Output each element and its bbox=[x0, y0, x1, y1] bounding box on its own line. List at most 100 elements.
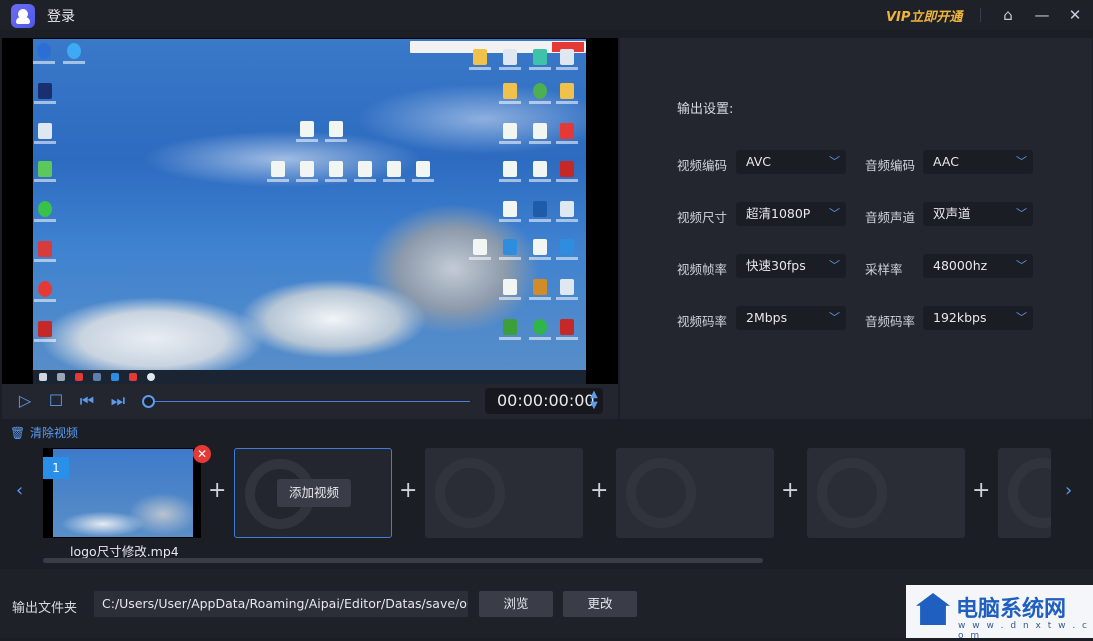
preview-frame-image bbox=[33, 39, 586, 384]
home-icon[interactable]: ⌂ bbox=[998, 5, 1018, 25]
seek-handle[interactable] bbox=[142, 395, 155, 408]
next-frame-icon[interactable]: ⏭ bbox=[109, 392, 127, 410]
desktop-icon bbox=[383, 161, 405, 182]
desktop-icon bbox=[296, 121, 318, 142]
desktop-icon bbox=[499, 239, 521, 260]
desktop-icon bbox=[499, 123, 521, 144]
desktop-icon bbox=[556, 49, 578, 70]
output-settings-title: 输出设置: bbox=[677, 102, 734, 117]
change-button[interactable]: 更改 bbox=[563, 591, 637, 617]
output-path-field[interactable]: C:/Users/User/AppData/Roaming/Aipai/Edit… bbox=[94, 591, 468, 617]
horizontal-scrollbar[interactable] bbox=[43, 558, 763, 563]
desktop-icon bbox=[33, 43, 55, 64]
desktop-icon bbox=[529, 319, 551, 340]
desktop-icon bbox=[34, 201, 56, 222]
scroll-right-icon[interactable]: › bbox=[1065, 480, 1072, 501]
desktop-icon bbox=[34, 83, 56, 104]
sample-rate-label: 采样率 bbox=[865, 262, 903, 277]
browse-button[interactable]: 浏览 bbox=[479, 591, 553, 617]
desktop-icon bbox=[529, 49, 551, 70]
frame-rate-label: 视频帧率 bbox=[677, 262, 728, 277]
watermark-url: w w w . d n x t w . c o m bbox=[958, 621, 1089, 641]
clear-videos-label: 清除视频 bbox=[30, 426, 79, 440]
minimize-icon[interactable]: — bbox=[1032, 5, 1052, 25]
prev-frame-icon[interactable]: ⏮ bbox=[78, 392, 96, 410]
desktop-icon bbox=[556, 201, 578, 222]
desktop-icon bbox=[529, 161, 551, 182]
desktop-icon bbox=[354, 161, 376, 182]
chevron-down-icon: ﹀ bbox=[829, 155, 840, 168]
audio-bitrate-label: 音频码率 bbox=[865, 314, 916, 329]
desktop-icon bbox=[469, 239, 491, 260]
vip-upgrade-link[interactable]: VIP立即开通 bbox=[886, 6, 962, 25]
house-logo-icon bbox=[916, 593, 950, 625]
desktop-icon bbox=[529, 201, 551, 222]
login-link[interactable]: 登录 bbox=[47, 6, 75, 26]
audio-codec-select[interactable]: AAC ﹀ bbox=[923, 150, 1033, 174]
desktop-icon bbox=[556, 123, 578, 144]
desktop-icon bbox=[34, 321, 56, 342]
desktop-icon bbox=[529, 279, 551, 300]
play-icon[interactable]: ▷ bbox=[16, 392, 34, 410]
video-codec-label: 视频编码 bbox=[677, 158, 728, 173]
desktop-icon bbox=[499, 201, 521, 222]
timecode-field[interactable]: 00:00:00:00 bbox=[485, 388, 603, 414]
desktop-icon bbox=[412, 161, 434, 182]
desktop-icon bbox=[499, 319, 521, 340]
insert-plus-icon[interactable]: + bbox=[399, 478, 417, 503]
chevron-down-icon: ﹀ bbox=[1016, 311, 1027, 324]
preview-panel bbox=[2, 38, 618, 419]
video-size-label: 视频尺寸 bbox=[677, 210, 728, 225]
desktop-icon bbox=[499, 49, 521, 70]
insert-plus-icon[interactable]: + bbox=[208, 478, 226, 503]
video-codec-select[interactable]: AVC ﹀ bbox=[736, 150, 846, 174]
seek-track[interactable] bbox=[148, 401, 470, 402]
play-watermark-icon bbox=[817, 458, 887, 528]
video-preview[interactable] bbox=[2, 38, 618, 384]
desktop-icon bbox=[529, 123, 551, 144]
sample-rate-select[interactable]: 48000hz ﹀ bbox=[923, 254, 1033, 278]
remove-clip-icon[interactable]: ✕ bbox=[193, 445, 211, 463]
timecode-stepper-icon[interactable]: ▲ ▼ bbox=[587, 389, 601, 411]
video-bitrate-select[interactable]: 2Mbps ﹀ bbox=[736, 306, 846, 330]
audio-channel-select[interactable]: 双声道 ﹀ bbox=[923, 202, 1033, 226]
desktop-icon bbox=[556, 319, 578, 340]
frame-rate-select[interactable]: 快速30fps ﹀ bbox=[736, 254, 846, 278]
add-video-slot[interactable]: 添加视频 bbox=[234, 448, 392, 538]
chevron-down-icon: ﹀ bbox=[829, 259, 840, 272]
chevron-down-icon: ﹀ bbox=[829, 311, 840, 324]
video-size-select[interactable]: 超清1080P ﹀ bbox=[736, 202, 846, 226]
app-logo-icon[interactable] bbox=[11, 4, 35, 28]
desktop-icon bbox=[296, 161, 318, 182]
desktop-icon bbox=[529, 239, 551, 260]
clear-videos-button[interactable]: 🗑 清除视频 bbox=[10, 424, 78, 441]
desktop-icon bbox=[556, 83, 578, 104]
clip-preview-image bbox=[53, 449, 193, 537]
play-watermark-icon bbox=[626, 458, 696, 528]
trash-icon: 🗑 bbox=[10, 426, 26, 440]
stop-icon[interactable]: ☐ bbox=[47, 392, 65, 410]
close-icon[interactable]: ✕ bbox=[1065, 5, 1085, 25]
insert-plus-icon[interactable]: + bbox=[972, 478, 990, 503]
desktop-icon bbox=[325, 161, 347, 182]
insert-plus-icon[interactable]: + bbox=[590, 478, 608, 503]
empty-clip-slot[interactable] bbox=[807, 448, 965, 538]
audio-codec-label: 音频编码 bbox=[865, 158, 916, 173]
output-folder-label: 输出文件夹 bbox=[12, 601, 78, 616]
chevron-down-icon: ﹀ bbox=[1016, 155, 1027, 168]
desktop-icon bbox=[556, 239, 578, 260]
empty-clip-slot[interactable] bbox=[616, 448, 774, 538]
desktop-icon bbox=[34, 123, 56, 144]
empty-clip-slot[interactable] bbox=[425, 448, 583, 538]
desktop-icon bbox=[267, 161, 289, 182]
clip-strip: ‹ 1 ✕ logo尺寸修改.mp4 + 添加视频 + + + + › bbox=[0, 440, 1093, 566]
audio-bitrate-select[interactable]: 192kbps ﹀ bbox=[923, 306, 1033, 330]
scroll-left-icon[interactable]: ‹ bbox=[16, 480, 23, 501]
play-watermark-icon bbox=[435, 458, 505, 528]
desktop-icon bbox=[34, 241, 56, 262]
desktop-icon bbox=[499, 161, 521, 182]
empty-clip-slot[interactable] bbox=[998, 448, 1051, 538]
insert-plus-icon[interactable]: + bbox=[781, 478, 799, 503]
add-video-button[interactable]: 添加视频 bbox=[277, 479, 351, 507]
desktop-icon bbox=[499, 279, 521, 300]
